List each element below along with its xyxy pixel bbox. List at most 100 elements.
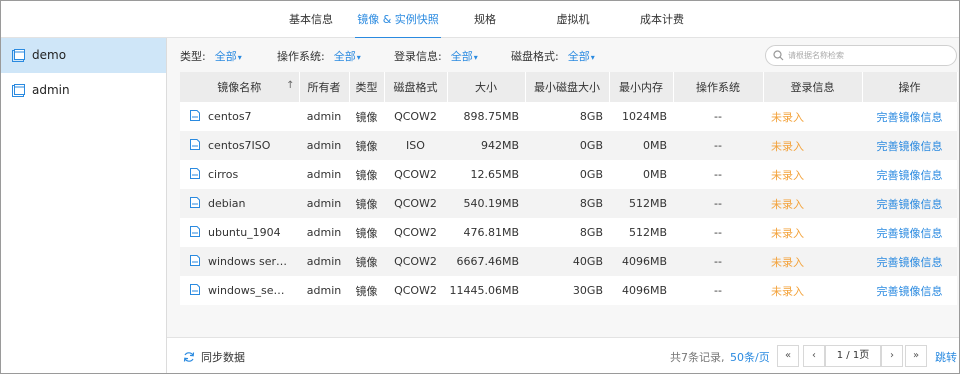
filter-login-value[interactable]: 全部 bbox=[451, 50, 473, 63]
sort-arrow-icon[interactable]: ↑ bbox=[286, 80, 294, 91]
cell-image-name: centos7ISO bbox=[180, 131, 299, 160]
image-name: cirros bbox=[208, 168, 239, 181]
cell-min-disk: 0GB bbox=[525, 131, 609, 160]
image-name: windows serv... bbox=[208, 255, 288, 268]
column-header-actions: 操作 bbox=[862, 72, 958, 102]
column-header-name[interactable]: 镜像名称 ↑ bbox=[180, 72, 300, 102]
cell-owner: admin bbox=[299, 189, 349, 218]
filter-login-label: 登录信息: bbox=[394, 50, 442, 63]
table-row: debian admin 镜像 QCOW2 540.19MB 8GB 512MB -- 未录入完… bbox=[180, 189, 957, 218]
search-input[interactable] bbox=[788, 47, 948, 64]
tab-basic-info[interactable]: 基本信息 bbox=[281, 1, 341, 38]
cell-type: 镜像 bbox=[349, 102, 384, 131]
complete-image-info-link[interactable]: 完善镜像信息 bbox=[862, 189, 957, 218]
cell-min-disk: 30GB bbox=[525, 276, 609, 305]
search-icon bbox=[773, 50, 784, 61]
cell-login-status: 未录入 bbox=[763, 102, 862, 131]
cell-login-status: 未录入 bbox=[763, 160, 862, 189]
sidebar-item-label: admin bbox=[32, 83, 70, 97]
cell-min-memory: 4096MB bbox=[609, 247, 673, 276]
complete-image-info-link[interactable]: 完善镜像信息 bbox=[862, 160, 957, 189]
column-header-login: 登录信息 bbox=[763, 72, 863, 102]
filter-disk-value[interactable]: 全部 bbox=[568, 50, 590, 63]
chevron-down-icon: ▾ bbox=[590, 53, 595, 62]
cell-min-memory: 0MB bbox=[609, 131, 673, 160]
cell-os: -- bbox=[673, 102, 763, 131]
last-page-button[interactable]: » bbox=[905, 345, 927, 367]
cell-min-memory: 4096MB bbox=[609, 276, 673, 305]
tab-flavors[interactable]: 规格 bbox=[467, 1, 503, 38]
cell-disk-format: QCOW2 bbox=[384, 247, 447, 276]
cell-type: 镜像 bbox=[349, 131, 384, 160]
cell-image-name: ubuntu_1904 bbox=[180, 218, 299, 247]
image-name: centos7 bbox=[208, 110, 252, 123]
image-table: 镜像名称 ↑ 所有者 类型 磁盘格式 大小 最小磁盘大小 最小内存 操作系统 登录… bbox=[180, 72, 958, 305]
first-page-button[interactable]: « bbox=[777, 345, 799, 367]
filter-os-value[interactable]: 全部 bbox=[334, 50, 356, 63]
jump-button[interactable]: 跳转 bbox=[935, 349, 957, 365]
table-row: windows_serv... admin 镜像 QCOW2 11445.06MB 30G… bbox=[180, 276, 957, 305]
column-header-owner: 所有者 bbox=[299, 72, 350, 102]
document-icon bbox=[190, 110, 200, 121]
filter-login[interactable]: 登录信息: 全部▾ bbox=[394, 48, 478, 64]
image-name: ubuntu_1904 bbox=[208, 226, 281, 239]
cell-size: 476.81MB bbox=[447, 218, 525, 247]
sidebar-item-admin[interactable]: admin bbox=[1, 73, 166, 108]
sidebar-item-demo[interactable]: demo bbox=[1, 38, 166, 73]
cell-login-status: 未录入 bbox=[763, 218, 862, 247]
tab-images-snapshots[interactable]: 镜像 & 实例快照 bbox=[355, 1, 441, 39]
cell-size: 898.75MB bbox=[447, 102, 525, 131]
column-header-label: 镜像名称 bbox=[217, 81, 262, 94]
cell-min-disk: 40GB bbox=[525, 247, 609, 276]
cell-size: 11445.06MB bbox=[447, 276, 525, 305]
tab-cost-billing[interactable]: 成本计费 bbox=[633, 1, 691, 38]
page-size-select[interactable]: 50条/页 bbox=[730, 349, 770, 365]
column-header-min-memory: 最小内存 bbox=[609, 72, 674, 102]
table-row: windows serv... admin 镜像 QCOW2 6667.46MB 40GB… bbox=[180, 247, 957, 276]
filter-disk-format[interactable]: 磁盘格式: 全部▾ bbox=[511, 48, 595, 64]
tab-vms[interactable]: 虚拟机 bbox=[549, 1, 597, 38]
folder-window-icon bbox=[12, 49, 25, 62]
search-box[interactable] bbox=[765, 45, 957, 66]
complete-image-info-link[interactable]: 完善镜像信息 bbox=[862, 247, 957, 276]
chevron-down-icon: ▾ bbox=[473, 53, 478, 62]
cell-owner: admin bbox=[299, 276, 349, 305]
filter-type-label: 类型: bbox=[180, 50, 206, 63]
chevron-down-icon: ▾ bbox=[237, 53, 242, 62]
cell-disk-format: QCOW2 bbox=[384, 218, 447, 247]
filter-bar: 类型: 全部▾ 操作系统: 全部▾ 登录信息: 全部▾ 磁盘格式: 全部▾ bbox=[167, 38, 959, 72]
document-icon bbox=[190, 284, 200, 295]
prev-page-button[interactable]: ‹ bbox=[803, 345, 825, 367]
filter-type[interactable]: 类型: 全部▾ bbox=[180, 48, 242, 64]
sync-data-label: 同步数据 bbox=[201, 351, 245, 364]
cell-size: 942MB bbox=[447, 131, 525, 160]
project-sidebar: demo admin bbox=[1, 38, 167, 373]
image-name: windows_serv... bbox=[208, 284, 288, 297]
cell-login-status: 未录入 bbox=[763, 189, 862, 218]
cell-os: -- bbox=[673, 160, 763, 189]
cell-min-disk: 8GB bbox=[525, 189, 609, 218]
next-page-button[interactable]: › bbox=[881, 345, 903, 367]
complete-image-info-link[interactable]: 完善镜像信息 bbox=[862, 131, 957, 160]
cell-min-memory: 1024MB bbox=[609, 102, 673, 131]
page-indicator[interactable]: 1 / 1页 bbox=[825, 345, 881, 367]
tab-bar: 基本信息 镜像 & 实例快照 规格 虚拟机 成本计费 bbox=[1, 1, 959, 39]
cell-size: 6667.46MB bbox=[447, 247, 525, 276]
complete-image-info-link[interactable]: 完善镜像信息 bbox=[862, 218, 957, 247]
cell-min-memory: 0MB bbox=[609, 160, 673, 189]
sync-data-button[interactable]: 同步数据 bbox=[183, 349, 245, 365]
table-row: centos7ISO admin 镜像 ISO 942MB 0GB 0MB -- 未录入 完善镜像… bbox=[180, 131, 957, 160]
sidebar-item-label: demo bbox=[32, 48, 67, 62]
complete-image-info-link[interactable]: 完善镜像信息 bbox=[862, 102, 957, 131]
complete-image-info-link[interactable]: 完善镜像信息 bbox=[862, 276, 957, 305]
document-icon bbox=[190, 139, 200, 150]
folder-window-icon bbox=[12, 84, 25, 97]
cell-type: 镜像 bbox=[349, 218, 384, 247]
table-row: cirros admin 镜像 QCOW2 12.65MB 0GB 0MB -- 未录入 完善镜像… bbox=[180, 160, 957, 189]
cell-owner: admin bbox=[299, 247, 349, 276]
filter-os[interactable]: 操作系统: 全部▾ bbox=[277, 48, 361, 64]
cell-image-name: windows_serv... bbox=[180, 276, 299, 305]
filter-type-value[interactable]: 全部 bbox=[215, 50, 237, 63]
cell-size: 540.19MB bbox=[447, 189, 525, 218]
cell-min-memory: 512MB bbox=[609, 218, 673, 247]
